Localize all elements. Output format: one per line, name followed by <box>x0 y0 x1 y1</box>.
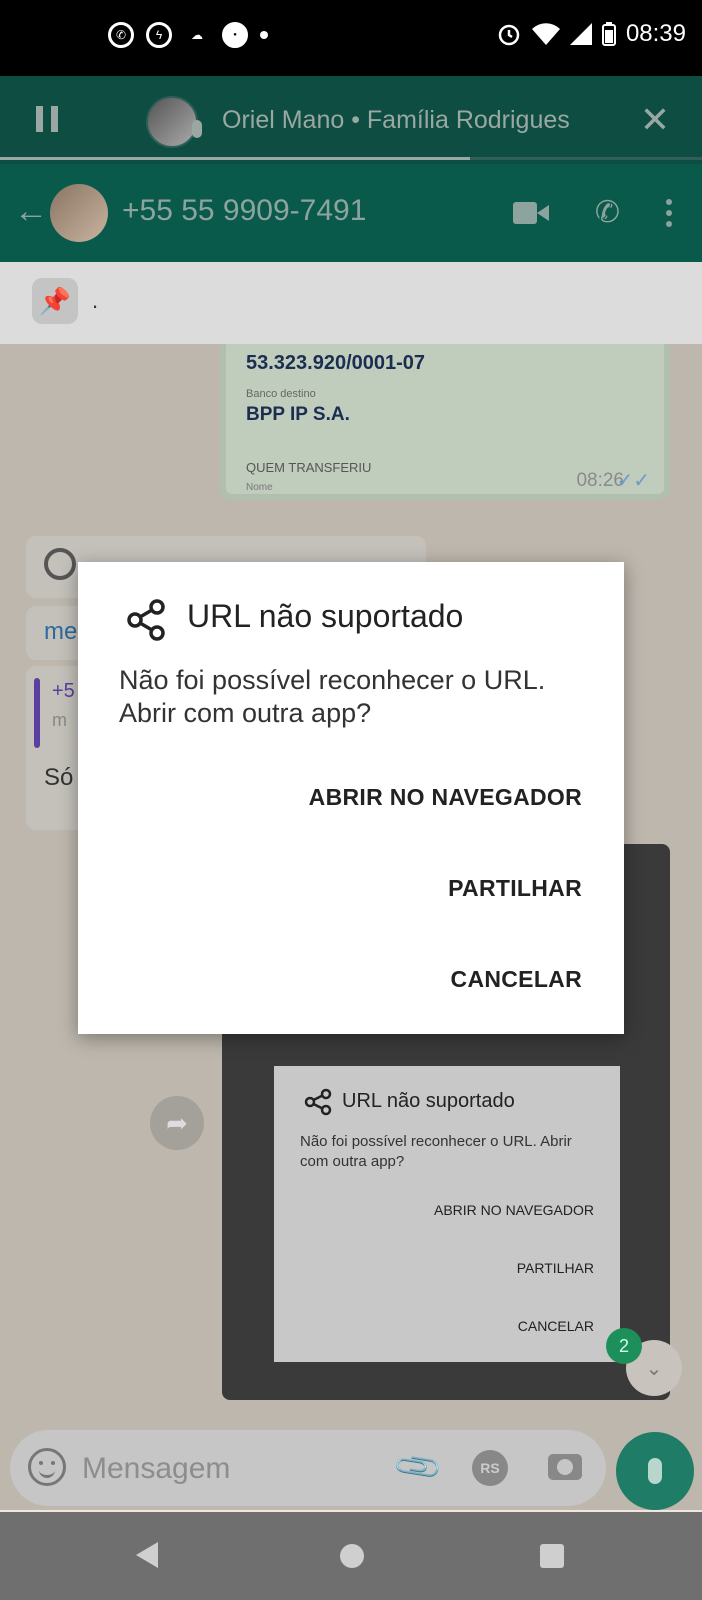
playback-progress[interactable] <box>0 157 471 160</box>
app-notification-icon: ● <box>222 22 248 48</box>
cloud-icon: ☁ <box>191 28 203 42</box>
pinned-message-bar[interactable]: 📌 . <box>0 262 702 344</box>
receipt-name-label: Nome <box>246 482 273 493</box>
contact-avatar[interactable] <box>50 184 108 242</box>
share-icon <box>127 599 165 641</box>
image-dialog-open-browser: ABRIR NO NAVEGADOR <box>434 1202 594 1218</box>
quote-bar <box>34 678 40 748</box>
voice-call-icon[interactable]: ✆ <box>595 198 620 228</box>
nav-recents-icon[interactable] <box>540 1544 564 1568</box>
alarm-icon <box>498 24 520 46</box>
video-call-icon[interactable] <box>512 202 549 224</box>
quote-title: +5 <box>52 680 75 702</box>
voice-playback-bar: Oriel Mano • Família Rodrigues ✕ <box>0 76 702 164</box>
url-unsupported-dialog: URL não suportado Não foi possível recon… <box>78 562 624 1034</box>
receipt-bank: BPP IP S.A. <box>246 404 350 425</box>
system-nav-bar <box>0 1512 702 1600</box>
nav-back-icon[interactable] <box>136 1542 158 1568</box>
more-notifications-dot <box>260 31 268 39</box>
voice-sender-avatar <box>146 96 198 148</box>
receipt-section: QUEM TRANSFERIU <box>246 460 372 475</box>
emoji-icon[interactable] <box>28 1448 66 1486</box>
read-ticks-icon: ✓✓ <box>616 470 650 492</box>
receipt-cnpj: 53.323.920/0001-07 <box>246 352 426 374</box>
payment-icon[interactable]: RS <box>472 1450 508 1486</box>
notification-icons: ✆ ϟ ☁ ● <box>108 22 268 48</box>
image-dialog-message: Não foi possível reconhecer o URL. Abrir… <box>300 1133 572 1170</box>
wifi-icon <box>531 23 560 45</box>
quote-preview: m <box>52 710 67 730</box>
receipt-bank-label: Banco destino <box>246 388 316 400</box>
image-dialog-title: URL não suportado <box>342 1090 515 1112</box>
share-icon <box>304 1088 332 1116</box>
camera-icon[interactable] <box>548 1454 582 1480</box>
image-dialog-cancel: CANCELAR <box>517 1318 594 1334</box>
message-input[interactable]: Mensagem 📎 RS <box>10 1430 606 1506</box>
contact-name[interactable]: +55 55 9909-7491 <box>122 194 366 228</box>
pause-button[interactable] <box>36 106 58 132</box>
image-dialog-share: PARTILHAR <box>516 1260 594 1276</box>
share-button[interactable]: PARTILHAR <box>448 875 582 902</box>
whatsapp-icon: ✆ <box>108 22 134 48</box>
messenger-icon: ϟ <box>146 22 172 48</box>
pinned-message-text: . <box>92 288 99 313</box>
close-icon[interactable]: ✕ <box>640 102 670 138</box>
message-input-bar: Mensagem 📎 RS <box>0 1430 702 1510</box>
voice-record-button[interactable] <box>616 1432 694 1510</box>
unread-badge: 2 <box>606 1328 642 1364</box>
mic-icon <box>648 1458 662 1484</box>
pin-icon: 📌 <box>32 278 78 324</box>
status-bar: ✆ ϟ ☁ ● 08:39 <box>0 0 702 76</box>
clock: 08:39 <box>625 20 686 47</box>
deleted-icon <box>44 548 76 580</box>
nav-home-icon[interactable] <box>340 1544 364 1568</box>
dialog-title: URL não suportado <box>187 598 464 634</box>
link-fragment[interactable]: me <box>44 618 77 645</box>
chat-header: ← +55 55 9909-7491 ✆ <box>0 164 702 262</box>
signal-icon <box>569 23 592 45</box>
mic-icon <box>192 120 202 138</box>
attach-icon[interactable]: 📎 <box>390 1440 445 1495</box>
dialog-message: Não foi possível reconhecer o URL. Abrir… <box>119 665 546 728</box>
receipt-image-message[interactable]: 53.323.920/0001-07 Banco destino BPP IP … <box>220 344 670 500</box>
back-arrow-icon[interactable]: ← <box>14 194 48 228</box>
message-text: Só <box>44 764 74 791</box>
message-placeholder[interactable]: Mensagem <box>82 1452 230 1486</box>
more-options-icon[interactable] <box>666 199 672 227</box>
cancel-button[interactable]: CANCELAR <box>451 966 582 993</box>
image-dialog-preview: URL não suportado Não foi possível recon… <box>274 1066 620 1362</box>
open-in-browser-button[interactable]: ABRIR NO NAVEGADOR <box>309 784 582 811</box>
voice-playback-title[interactable]: Oriel Mano • Família Rodrigues <box>222 106 570 135</box>
forward-icon[interactable]: ➦ <box>150 1096 204 1150</box>
battery-icon <box>601 22 616 46</box>
